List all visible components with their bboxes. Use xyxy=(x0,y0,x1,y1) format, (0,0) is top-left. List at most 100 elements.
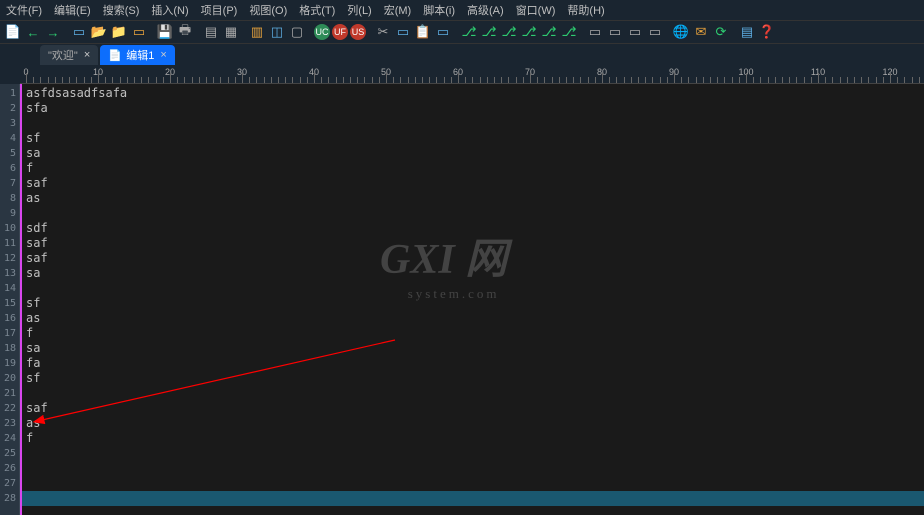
win4-icon[interactable]: ▭ xyxy=(646,23,664,41)
code-line[interactable]: sdf xyxy=(26,221,924,236)
code-line[interactable]: f xyxy=(26,326,924,341)
file-icon[interactable]: ▭ xyxy=(70,23,88,41)
close-icon[interactable]: × xyxy=(84,49,90,61)
line-number: 2 xyxy=(0,101,19,116)
clipboard-icon[interactable]: ▭ xyxy=(434,23,452,41)
tab-edit1[interactable]: 📄 编辑1 × xyxy=(100,45,175,65)
uf-icon[interactable]: UF xyxy=(332,24,348,40)
menu-edit[interactable]: 编辑(E) xyxy=(52,2,93,18)
tree2-icon[interactable]: ⎇ xyxy=(480,23,498,41)
code-line[interactable]: sa xyxy=(26,266,924,281)
menu-script[interactable]: 脚本(i) xyxy=(421,2,457,18)
menu-window[interactable]: 窗口(W) xyxy=(514,2,558,18)
code-line[interactable]: asfdsasadfsafa xyxy=(26,86,924,101)
menu-project[interactable]: 项目(P) xyxy=(199,2,240,18)
copy-icon[interactable]: ▭ xyxy=(394,23,412,41)
save-icon[interactable]: 💾 xyxy=(156,23,174,41)
menu-insert[interactable]: 插入(N) xyxy=(149,2,190,18)
tree1-icon[interactable]: ⎇ xyxy=(460,23,478,41)
code-line[interactable] xyxy=(26,446,924,461)
new-file-icon[interactable]: 📄 xyxy=(4,23,22,41)
tree4-icon[interactable]: ⎇ xyxy=(520,23,538,41)
code-line[interactable]: fa xyxy=(26,356,924,371)
code-line[interactable]: saf xyxy=(26,251,924,266)
back-icon[interactable]: ← xyxy=(24,23,42,41)
margin-indicator xyxy=(20,84,22,515)
tree5-icon[interactable]: ⎇ xyxy=(540,23,558,41)
menu-column[interactable]: 列(L) xyxy=(345,2,373,18)
refresh-icon[interactable]: ⟳ xyxy=(712,23,730,41)
line-number: 12 xyxy=(0,251,19,266)
line-number-gutter: 1234567891011121314151617181920212223242… xyxy=(0,84,20,515)
line-number: 5 xyxy=(0,146,19,161)
menu-macro[interactable]: 宏(M) xyxy=(382,2,414,18)
help-icon[interactable]: ❓ xyxy=(758,23,776,41)
code-line[interactable] xyxy=(26,476,924,491)
us-icon[interactable]: US xyxy=(350,24,366,40)
line-number: 25 xyxy=(0,446,19,461)
menu-view[interactable]: 视图(O) xyxy=(247,2,289,18)
code-line[interactable]: saf xyxy=(26,236,924,251)
code-line[interactable] xyxy=(26,461,924,476)
columns-icon[interactable]: ▥ xyxy=(248,23,266,41)
code-line[interactable]: sfa xyxy=(26,101,924,116)
code-line[interactable]: saf xyxy=(26,401,924,416)
window-icon[interactable]: ▢ xyxy=(288,23,306,41)
open-icon[interactable]: 📂 xyxy=(90,23,108,41)
code-line[interactable]: sa xyxy=(26,146,924,161)
code-line[interactable]: sf xyxy=(26,296,924,311)
line-number: 1 xyxy=(0,86,19,101)
tree3-icon[interactable]: ⎇ xyxy=(500,23,518,41)
current-line-highlight xyxy=(20,491,924,506)
code-line[interactable]: as xyxy=(26,191,924,206)
code-line[interactable]: as xyxy=(26,311,924,326)
print-icon[interactable]: 🖶 xyxy=(176,23,194,41)
forward-icon[interactable]: → xyxy=(44,23,62,41)
close-icon[interactable]: ▭ xyxy=(130,23,148,41)
menubar: 文件(F) 编辑(E) 搜索(S) 插入(N) 项目(P) 视图(O) 格式(T… xyxy=(0,0,924,20)
line-number: 22 xyxy=(0,401,19,416)
win1-icon[interactable]: ▭ xyxy=(586,23,604,41)
menu-file[interactable]: 文件(F) xyxy=(4,2,44,18)
code-line[interactable] xyxy=(26,281,924,296)
panel-icon[interactable]: ◫ xyxy=(268,23,286,41)
list-icon[interactable]: ▤ xyxy=(202,23,220,41)
win3-icon[interactable]: ▭ xyxy=(626,23,644,41)
cut-icon[interactable]: ✂ xyxy=(374,23,392,41)
globe-icon[interactable]: 🌐 xyxy=(672,23,690,41)
editor[interactable]: asfdsasadfsafa sfa sf sa f saf as sdf sa… xyxy=(20,84,924,515)
code-line[interactable]: sf xyxy=(26,371,924,386)
code-line[interactable]: sa xyxy=(26,341,924,356)
menu-help[interactable]: 帮助(H) xyxy=(565,2,606,18)
win2-icon[interactable]: ▭ xyxy=(606,23,624,41)
code-line[interactable]: f xyxy=(26,431,924,446)
line-number: 27 xyxy=(0,476,19,491)
code-line[interactable]: as xyxy=(26,416,924,431)
code-line[interactable] xyxy=(26,116,924,131)
menu-search[interactable]: 搜索(S) xyxy=(101,2,142,18)
doc-icon[interactable]: ▤ xyxy=(738,23,756,41)
file-icon: 📄 xyxy=(108,49,120,61)
code-line[interactable] xyxy=(26,206,924,221)
code-content[interactable]: asfdsasadfsafa sfa sf sa f saf as sdf sa… xyxy=(20,84,924,491)
tab-edit1-label: 编辑1 xyxy=(126,47,154,63)
menu-advanced[interactable]: 高级(A) xyxy=(465,2,506,18)
toolbar: 📄 ← → ▭ 📂 📁 ▭ 💾 🖶 ▤ ▦ ▥ ◫ ▢ UC UF US ✂ ▭… xyxy=(0,20,924,44)
grid-icon[interactable]: ▦ xyxy=(222,23,240,41)
code-line[interactable]: saf xyxy=(26,176,924,191)
folder-icon[interactable]: 📁 xyxy=(110,23,128,41)
tree6-icon[interactable]: ⎇ xyxy=(560,23,578,41)
uc-icon[interactable]: UC xyxy=(314,24,330,40)
tab-welcome[interactable]: "欢迎" × xyxy=(40,45,98,65)
line-number: 8 xyxy=(0,191,19,206)
close-icon[interactable]: × xyxy=(160,49,166,61)
code-line[interactable] xyxy=(26,386,924,401)
menu-format[interactable]: 格式(T) xyxy=(297,2,337,18)
line-number: 13 xyxy=(0,266,19,281)
code-line[interactable]: f xyxy=(26,161,924,176)
code-line[interactable]: sf xyxy=(26,131,924,146)
mail-icon[interactable]: ✉ xyxy=(692,23,710,41)
line-number: 14 xyxy=(0,281,19,296)
paste-icon[interactable]: 📋 xyxy=(414,23,432,41)
editor-area: 1234567891011121314151617181920212223242… xyxy=(0,84,924,515)
